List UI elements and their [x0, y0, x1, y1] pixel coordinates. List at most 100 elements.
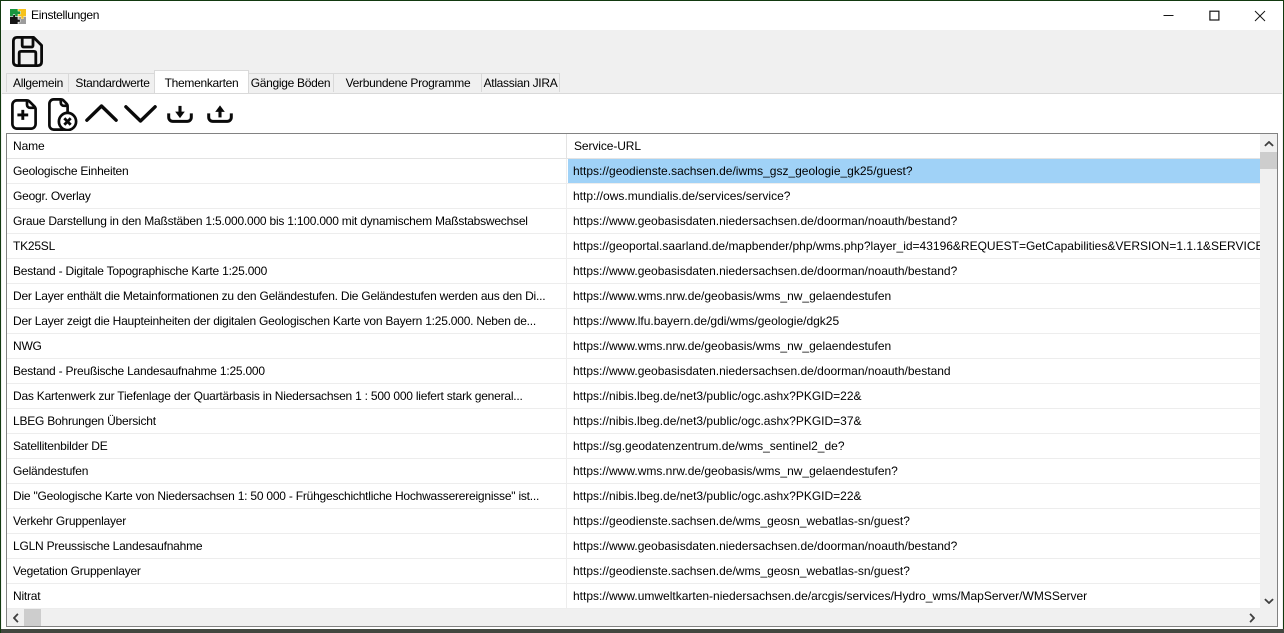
column-header-service-url[interactable]: Service-URL — [568, 134, 1260, 158]
service-url-cell[interactable]: https://www.wms.nrw.de/geobasis/wms_nw_g… — [568, 284, 1260, 308]
service-url-cell[interactable]: https://geoportal.saarland.de/mapbender/… — [568, 234, 1260, 258]
service-url-cell[interactable]: https://www.geobasisdaten.niedersachsen.… — [568, 209, 1260, 233]
name-cell[interactable]: Der Layer zeigt die Haupteinheiten der d… — [7, 309, 567, 333]
vertical-scrollbar-thumb[interactable] — [1260, 152, 1277, 169]
table-row[interactable]: Der Layer enthält die Metainformationen … — [7, 284, 1260, 309]
tab-page-themenkarten: Name Service-URL Geologische Einheiten h… — [2, 93, 1282, 630]
tab-label: Themenkarten — [165, 76, 239, 90]
service-url-cell[interactable]: https://nibis.lbeg.de/net3/public/ogc.as… — [568, 409, 1260, 433]
chevron-up-icon — [85, 104, 118, 123]
tab-label: Atlassian JIRA — [484, 76, 558, 90]
upload-button[interactable] — [207, 105, 233, 124]
scroll-left-button[interactable] — [7, 609, 24, 626]
tab[interactable]: Allgemein — [6, 73, 70, 92]
download-button[interactable] — [167, 105, 193, 124]
window-title: Einstellungen — [31, 1, 99, 30]
name-cell[interactable]: Geologische Einheiten — [7, 159, 567, 183]
service-url-cell[interactable]: https://www.geobasisdaten.niedersachsen.… — [568, 359, 1260, 383]
table-row[interactable]: LGLN Preussische Landesaufnahme https://… — [7, 534, 1260, 559]
table-row[interactable]: Geländestufen https://www.wms.nrw.de/geo… — [7, 459, 1260, 484]
table-row[interactable]: Satellitenbilder DE https://sg.geodatenz… — [7, 434, 1260, 459]
service-url-cell[interactable]: https://www.umweltkarten-niedersachsen.d… — [568, 584, 1260, 608]
table-viewport: Name Service-URL Geologische Einheiten h… — [7, 134, 1277, 626]
service-url-cell[interactable]: https://nibis.lbeg.de/net3/public/ogc.as… — [568, 384, 1260, 408]
horizontal-scrollbar[interactable] — [7, 609, 1277, 626]
titlebar: Einstellungen — [1, 1, 1283, 30]
maximize-button[interactable] — [1191, 1, 1237, 30]
table-row[interactable]: Das Kartenwerk zur Tiefenlage der Quartä… — [7, 384, 1260, 409]
column-header-name[interactable]: Name — [7, 134, 567, 158]
service-url-cell[interactable]: https://www.geobasisdaten.niedersachsen.… — [568, 259, 1260, 283]
name-cell[interactable]: LGLN Preussische Landesaufnahme — [7, 534, 567, 558]
service-url-cell[interactable]: https://nibis.lbeg.de/net3/public/ogc.as… — [568, 484, 1260, 508]
name-cell[interactable]: Verkehr Gruppenlayer — [7, 509, 567, 533]
tab[interactable]: Verbundene Programme — [333, 73, 483, 92]
table-body: Geologische Einheiten https://geodienste… — [7, 159, 1260, 609]
name-cell[interactable]: Der Layer enthält die Metainformationen … — [7, 284, 567, 308]
service-url-cell[interactable]: https://geodienste.sachsen.de/wms_geosn_… — [568, 559, 1260, 583]
name-cell[interactable]: NWG — [7, 334, 567, 358]
tab[interactable]: Gängige Böden — [246, 73, 335, 92]
table-row[interactable]: Die "Geologische Karte von Niedersachsen… — [7, 484, 1260, 509]
table-header: Name Service-URL — [7, 134, 1260, 159]
delete-entry-button[interactable] — [48, 98, 78, 131]
save-icon — [12, 36, 43, 67]
table-row[interactable]: Nitrat https://www.umweltkarten-niedersa… — [7, 584, 1260, 609]
table-row[interactable]: TK25SL https://geoportal.saarland.de/map… — [7, 234, 1260, 259]
service-url-cell[interactable]: http://ows.mundialis.de/services/service… — [568, 184, 1260, 208]
scroll-right-icon — [1249, 613, 1255, 623]
name-cell[interactable]: Bestand - Digitale Topographische Karte … — [7, 259, 567, 283]
table-row[interactable]: Graue Darstellung in den Maßstäben 1:5.0… — [7, 209, 1260, 234]
tab[interactable]: Atlassian JIRA — [481, 73, 560, 92]
service-url-cell[interactable]: https://www.lfu.bayern.de/gdi/wms/geolog… — [568, 309, 1260, 333]
scroll-down-icon — [1264, 598, 1274, 604]
tab-label: Verbundene Programme — [346, 76, 471, 90]
close-button[interactable] — [1237, 1, 1283, 30]
service-url-cell[interactable]: https://geodienste.sachsen.de/wms_geosn_… — [568, 509, 1260, 533]
table-row[interactable]: Bestand - Preußische Landesaufnahme 1:25… — [7, 359, 1260, 384]
service-url-cell[interactable]: https://www.wms.nrw.de/geobasis/wms_nw_g… — [568, 459, 1260, 483]
download-icon — [167, 105, 193, 124]
service-url-cell[interactable]: https://www.wms.nrw.de/geobasis/wms_nw_g… — [568, 334, 1260, 358]
move-down-button[interactable] — [124, 104, 157, 123]
minimize-button[interactable] — [1145, 1, 1191, 30]
save-button[interactable] — [12, 35, 44, 67]
name-cell[interactable]: Graue Darstellung in den Maßstäben 1:5.0… — [7, 209, 567, 233]
name-cell[interactable]: LBEG Bohrungen Übersicht — [7, 409, 567, 433]
name-cell[interactable]: Satellitenbilder DE — [7, 434, 567, 458]
name-cell[interactable]: Geogr. Overlay — [7, 184, 567, 208]
name-cell[interactable]: Geländestufen — [7, 459, 567, 483]
tab-label: Gängige Böden — [251, 76, 331, 90]
scroll-right-button[interactable] — [1243, 609, 1260, 626]
table-row[interactable]: Bestand - Digitale Topographische Karte … — [7, 259, 1260, 284]
table-row[interactable]: Der Layer zeigt die Haupteinheiten der d… — [7, 309, 1260, 334]
scroll-up-icon — [1264, 141, 1274, 147]
name-cell[interactable]: TK25SL — [7, 234, 567, 258]
table-row[interactable]: Verkehr Gruppenlayer https://geodienste.… — [7, 509, 1260, 534]
name-cell[interactable]: Vegetation Gruppenlayer — [7, 559, 567, 583]
name-cell[interactable]: Die "Geologische Karte von Niedersachsen… — [7, 484, 567, 508]
tab[interactable]: Themenkarten — [154, 70, 249, 93]
vertical-scrollbar[interactable] — [1260, 134, 1277, 609]
table-row[interactable]: Geogr. Overlay http://ows.mundialis.de/s… — [7, 184, 1260, 209]
service-url-cell[interactable]: https://geodienste.sachsen.de/iwms_gsz_g… — [568, 159, 1260, 183]
move-up-button[interactable] — [85, 104, 118, 123]
scroll-down-button[interactable] — [1260, 592, 1277, 609]
service-url-cell[interactable]: https://sg.geodatenzentrum.de/wms_sentin… — [568, 434, 1260, 458]
add-document-icon — [11, 99, 37, 130]
tab-label: Standardwerte — [75, 76, 149, 90]
horizontal-scrollbar-thumb[interactable] — [24, 609, 41, 626]
add-entry-button[interactable] — [11, 99, 37, 130]
name-cell[interactable]: Bestand - Preußische Landesaufnahme 1:25… — [7, 359, 567, 383]
name-cell[interactable]: Nitrat — [7, 584, 567, 608]
table-row[interactable]: NWG https://www.wms.nrw.de/geobasis/wms_… — [7, 334, 1260, 359]
table-row[interactable]: Vegetation Gruppenlayer https://geodiens… — [7, 559, 1260, 584]
table-row[interactable]: LBEG Bohrungen Übersicht https://nibis.l… — [7, 409, 1260, 434]
chevron-down-icon — [124, 104, 157, 123]
tab[interactable]: Standardwerte — [68, 73, 157, 92]
service-table: Name Service-URL Geologische Einheiten h… — [6, 133, 1278, 627]
table-row[interactable]: Geologische Einheiten https://geodienste… — [7, 159, 1260, 184]
name-cell[interactable]: Das Kartenwerk zur Tiefenlage der Quartä… — [7, 384, 567, 408]
scroll-up-button[interactable] — [1260, 134, 1277, 151]
service-url-cell[interactable]: https://www.geobasisdaten.niedersachsen.… — [568, 534, 1260, 558]
